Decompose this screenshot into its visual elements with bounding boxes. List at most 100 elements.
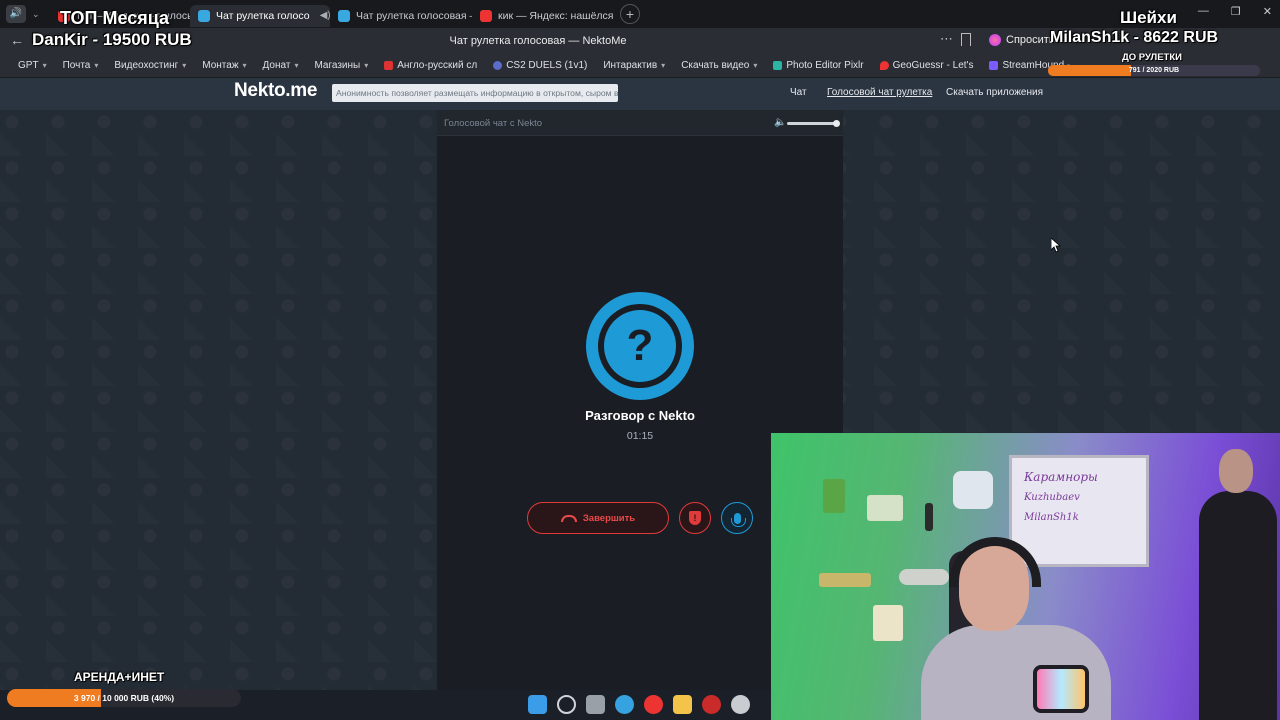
bookmark-dictionary[interactable]: Англо-русский сл xyxy=(376,60,485,71)
ask-label: Спросить xyxy=(1006,34,1055,46)
microphone-button[interactable] xyxy=(721,502,753,534)
volume-slider-knob[interactable] xyxy=(833,120,840,127)
overlay-top-month-donor: DanKir - 19500 RUB xyxy=(32,30,192,49)
telegram-icon[interactable] xyxy=(615,695,634,714)
tab-label: Чат рулетка голосовая — xyxy=(356,9,472,22)
bookmark-folder-shops[interactable]: Магазины ▾ xyxy=(306,60,376,71)
tab-label: кик — Яндекс: нашёлся 1 xyxy=(498,9,614,22)
person-background xyxy=(1191,443,1280,720)
sticker xyxy=(819,573,871,587)
chevron-down-icon: ▾ xyxy=(42,61,47,70)
search-icon[interactable] xyxy=(557,695,576,714)
overlay-top-month-title: ТОП Месяца xyxy=(60,8,170,28)
minimize-icon[interactable]: — xyxy=(1198,5,1209,18)
overlay-roulette-progress: 791 / 2020 RUB xyxy=(1048,65,1260,76)
overlay-roulette-label: ДО РУЛЕТКИ xyxy=(1122,52,1182,63)
chevron-down-icon: ▾ xyxy=(661,61,666,70)
rent-progress-text: 3 970 / 10 000 RUB (40%) xyxy=(73,693,175,703)
end-call-button[interactable]: Завершить xyxy=(527,502,669,534)
bookmark-folder-video[interactable]: Видеохостинг ▾ xyxy=(106,60,194,71)
bookmark-pixlr[interactable]: Photo Editor Pixlr xyxy=(765,60,871,71)
close-window-icon[interactable]: ✕ xyxy=(1263,5,1272,18)
voice-chat-header: Голосовой чат с Nekto 🔈 xyxy=(437,110,843,136)
chevron-down-icon: ▾ xyxy=(242,61,247,70)
chevron-down-icon: ▾ xyxy=(753,61,758,70)
nekto-favicon-icon xyxy=(338,9,350,22)
nav-chat[interactable]: Чат xyxy=(790,87,807,98)
site-logo[interactable]: Nekto.me xyxy=(234,80,317,102)
bookmark-geoguessr[interactable]: GeoGuessr - Let's xyxy=(872,60,982,71)
windows-start-icon[interactable] xyxy=(528,695,547,714)
bookmark-folder-download-video[interactable]: Скачать видео ▾ xyxy=(673,60,765,71)
yandex-favicon-icon xyxy=(480,9,492,22)
overlay-sheikhs-title: Шейхи xyxy=(1120,8,1177,27)
more-options-icon[interactable]: ⋯ xyxy=(940,31,954,47)
shield-icon: ! xyxy=(689,511,701,525)
sticker xyxy=(823,479,845,513)
microphone-icon xyxy=(730,512,746,527)
headphones xyxy=(949,537,1041,587)
site-header: Nekto.me Анонимность позволяет размещать… xyxy=(0,78,1280,110)
webcam-feed: Карамноры Kuzhubaev MilanSh1k xyxy=(771,433,1280,720)
mouse-cursor-icon xyxy=(1050,237,1062,258)
sound-icon[interactable]: 🔊 xyxy=(6,5,26,23)
overlay-rent-label: АРЕНДА+ИНЕТ xyxy=(74,670,165,684)
anonymity-notice: Анонимность позволяет размещать информац… xyxy=(332,84,618,102)
roulette-progress-text: 791 / 2020 RUB xyxy=(1128,67,1180,74)
hang-up-icon xyxy=(560,514,577,522)
bookmark-folder-gpt[interactable]: GPT ▾ xyxy=(10,60,55,71)
sticker xyxy=(873,605,903,641)
tab-label: Чат рулетка голосо xyxy=(216,9,310,22)
sticker xyxy=(867,495,903,521)
streamer xyxy=(921,533,1131,720)
bottle xyxy=(925,503,933,531)
pixlr-favicon-icon xyxy=(773,61,783,70)
tab-nekto-2[interactable]: Чат рулетка голосовая — xyxy=(330,5,472,27)
alice-icon xyxy=(989,34,1001,46)
tab-yandex-kick[interactable]: кик — Яндекс: нашёлся 1 xyxy=(472,5,614,27)
cs2-favicon-icon xyxy=(493,61,503,70)
nav-download-apps[interactable]: Скачать приложения xyxy=(946,87,1043,98)
steam-icon[interactable] xyxy=(731,695,750,714)
conversation-title: Разговор с Nekto xyxy=(585,408,695,423)
browser-tab-strip: 🔊 ⌄ топ — Яндекс: нашлось Чат рулетка го… xyxy=(0,0,1280,28)
new-tab-button[interactable]: + xyxy=(620,4,640,24)
obs-icon[interactable] xyxy=(702,695,721,714)
bookmark-folder-mail[interactable]: Почта ▾ xyxy=(55,60,107,71)
bookmark-folder-interactive[interactable]: Интарактив ▾ xyxy=(595,60,673,71)
report-button[interactable]: ! xyxy=(679,502,711,534)
chevron-down-icon: ▾ xyxy=(294,61,299,70)
end-call-label: Завершить xyxy=(582,512,636,524)
map-pin-icon xyxy=(879,61,889,70)
dictionary-favicon-icon xyxy=(384,61,394,70)
ask-assistant-button[interactable]: Спросить xyxy=(989,34,1055,46)
tab-list-chevron-icon[interactable]: ⌄ xyxy=(32,9,46,20)
bookmark-folder-montage[interactable]: Монтаж ▾ xyxy=(194,60,254,71)
restore-icon[interactable]: ❐ xyxy=(1231,5,1241,18)
volume-icon[interactable]: 🔈 xyxy=(774,117,786,128)
overlay-sheikh-donor: MilanSh1k - 8622 RUB xyxy=(1050,29,1219,46)
file-explorer-icon[interactable] xyxy=(673,695,692,714)
overlay-rent-progress: 3 970 / 10 000 RUB (40%) xyxy=(7,689,241,707)
interlocutor-avatar: ? xyxy=(586,292,694,400)
window-controls: — ❐ ✕ xyxy=(1198,5,1272,18)
nav-voice-chat[interactable]: Голосовой чат рулетка xyxy=(827,87,932,98)
yandex-browser-icon[interactable] xyxy=(644,695,663,714)
nekto-favicon-icon xyxy=(198,9,210,22)
microphone-device xyxy=(1033,665,1089,713)
chevron-down-icon: ▾ xyxy=(182,61,187,70)
bookmark-folder-donate[interactable]: Донат ▾ xyxy=(255,60,307,71)
volume-slider[interactable] xyxy=(787,120,840,127)
chevron-down-icon: ▾ xyxy=(94,61,99,70)
bookmark-cs2-duels[interactable]: CS2 DUELS (1v1) xyxy=(485,60,595,71)
tab-nekto-active[interactable]: Чат рулетка голосо ◀) ✕ xyxy=(190,4,330,27)
voice-chat-title: Голосовой чат с Nekto xyxy=(444,118,543,129)
chevron-down-icon: ▾ xyxy=(364,61,369,70)
question-mark-icon: ? xyxy=(604,310,676,382)
audio-playing-icon[interactable]: ◀) xyxy=(320,10,330,21)
sticker xyxy=(953,471,993,509)
task-view-icon[interactable] xyxy=(586,695,605,714)
bookmark-icon[interactable] xyxy=(961,33,971,46)
taskbar-icons xyxy=(528,695,750,714)
streamhound-favicon-icon xyxy=(989,61,999,70)
